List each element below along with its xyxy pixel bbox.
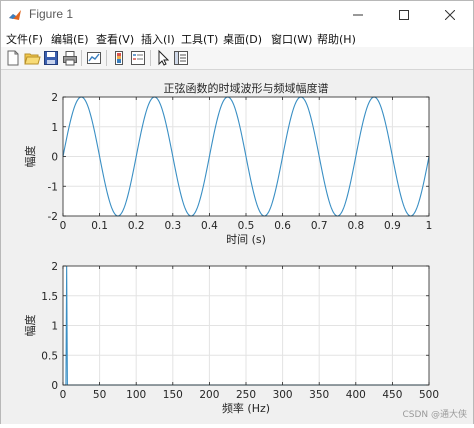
menu-help[interactable]: 帮助(H): [317, 31, 356, 47]
y-tick-label: 0: [51, 380, 58, 392]
x-tick-label: 0.9: [384, 220, 401, 232]
x-tick-label: 350: [309, 389, 329, 401]
x-tick-label: 0.5: [238, 220, 255, 232]
x-tick-label: 0: [60, 220, 67, 232]
x-axis-label: 频率 (Hz): [222, 401, 270, 415]
y-tick-label: 1: [51, 321, 58, 333]
x-tick-label: 300: [273, 389, 293, 401]
plot-area: 0 0.1 0.2 0.3 0.4 0.5 0.6 0.7 0.8 0.9 1 -2 -1 0 1 2 时间 (…: [23, 81, 439, 415]
open-file-icon[interactable]: [23, 49, 41, 67]
menu-desktop[interactable]: 桌面(D): [223, 31, 262, 47]
property-inspector-icon[interactable]: [172, 49, 190, 67]
toolbar-separator: [150, 50, 151, 66]
link-plot-icon[interactable]: [85, 49, 103, 67]
toolbar: [1, 47, 473, 70]
y-tick-label: 0: [51, 152, 58, 164]
x-tick-label: 0.4: [201, 220, 218, 232]
y-tick-label: 0.5: [41, 350, 58, 362]
x-tick-label: 0.8: [347, 220, 364, 232]
x-tick-label: 50: [93, 389, 106, 401]
y-tick-label: 2: [51, 261, 58, 273]
x-tick-label: 450: [382, 389, 402, 401]
y-axis-label: 幅度: [23, 146, 37, 168]
x-tick-label: 0.1: [91, 220, 108, 232]
menu-bar: 文件(F) 编辑(E) 查看(V) 插入(I) 工具(T) 桌面(D) 窗口(W…: [1, 29, 473, 47]
chart-title: 正弦函数的时域波形与频域幅度谱: [164, 81, 329, 95]
toolbar-separator: [81, 50, 82, 66]
window-title: Figure 1: [29, 7, 74, 21]
x-tick-label: 500: [419, 389, 439, 401]
y-axis-label: 幅度: [23, 315, 37, 337]
insert-legend-icon[interactable]: [129, 49, 147, 67]
y-tick-label: 2: [51, 92, 58, 104]
close-icon: [445, 10, 455, 20]
figure-canvas: 0 0.1 0.2 0.3 0.4 0.5 0.6 0.7 0.8 0.9 1 -2 -1 0 1 2 时间 (…: [1, 70, 473, 424]
insert-colorbar-icon[interactable]: [110, 49, 128, 67]
save-icon[interactable]: [42, 49, 60, 67]
print-icon[interactable]: [61, 49, 79, 67]
x-tick-label: 150: [163, 389, 183, 401]
matlab-logo-icon: [9, 10, 21, 20]
y-tick-label: -2: [48, 211, 58, 223]
x-tick-label: 250: [236, 389, 256, 401]
toolbar-separator: [106, 50, 107, 66]
menu-window[interactable]: 窗口(W): [271, 31, 312, 47]
close-button[interactable]: [427, 1, 473, 29]
title-bar[interactable]: Figure 1: [1, 1, 473, 29]
figure-window: Figure 1 文件(F) 编辑(E) 查看(V) 插入(I) 工具(T) 桌…: [0, 0, 474, 424]
y-tick-label: 1.5: [41, 291, 58, 303]
edit-plot-arrow-icon[interactable]: [154, 49, 172, 67]
menu-tools[interactable]: 工具(T): [181, 31, 218, 47]
x-tick-label: 400: [346, 389, 366, 401]
x-axis-label: 时间 (s): [226, 233, 266, 246]
maximize-icon: [399, 10, 409, 20]
menu-view[interactable]: 查看(V): [96, 31, 134, 47]
watermark: CSDN @通大侠: [402, 410, 467, 420]
menu-file[interactable]: 文件(F): [6, 31, 43, 47]
x-tick-label: 1: [426, 220, 433, 232]
x-tick-label: 0.6: [274, 220, 291, 232]
minimize-button[interactable]: [335, 1, 381, 29]
x-tick-label: 0.7: [311, 220, 328, 232]
y-tick-label: 1: [51, 122, 58, 134]
menu-insert[interactable]: 插入(I): [141, 31, 175, 47]
new-figure-icon[interactable]: [4, 49, 22, 67]
y-tick-label: -1: [48, 181, 58, 193]
x-tick-label: 0.3: [164, 220, 181, 232]
x-tick-label: 0.2: [128, 220, 145, 232]
maximize-button[interactable]: [381, 1, 427, 29]
menu-edit[interactable]: 编辑(E): [51, 31, 89, 47]
x-tick-label: 0: [60, 389, 67, 401]
x-tick-label: 100: [126, 389, 146, 401]
minimize-icon: [353, 14, 363, 16]
x-tick-label: 200: [199, 389, 219, 401]
